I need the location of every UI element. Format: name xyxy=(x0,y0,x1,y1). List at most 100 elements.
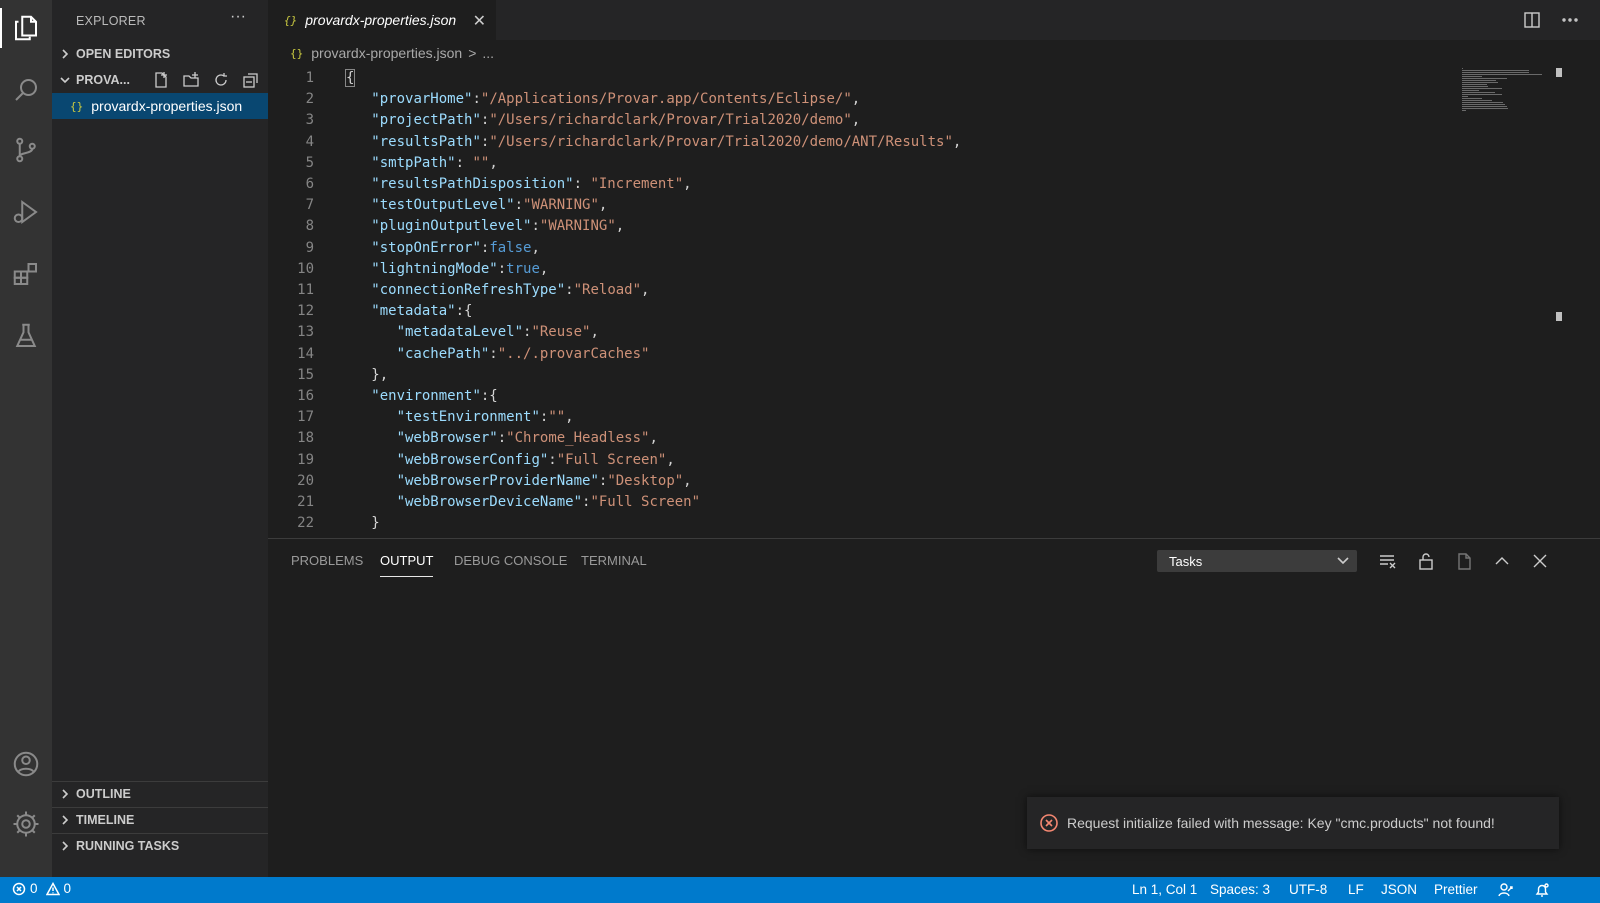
account-icon[interactable] xyxy=(0,738,52,790)
panel-actions xyxy=(1378,551,1550,571)
testing-icon[interactable] xyxy=(0,310,52,362)
error-icon xyxy=(12,882,26,895)
new-file-icon[interactable] xyxy=(152,71,170,89)
split-editor-icon[interactable] xyxy=(1522,10,1542,30)
chevron-right-icon xyxy=(60,789,72,799)
code-text: { xyxy=(344,69,356,87)
code-line[interactable]: 9 "stopOnError":false, xyxy=(268,238,1458,259)
tab-provardx-properties[interactable]: {} provardx-properties.json ✕ xyxy=(268,0,496,40)
minimap-line xyxy=(1462,76,1482,77)
tab-problems[interactable]: PROBLEMS xyxy=(291,553,363,568)
minimap-line xyxy=(1462,104,1505,105)
code-line[interactable]: 21 "webBrowserDeviceName":"Full Screen" xyxy=(268,492,1458,513)
code-line[interactable]: 3 "projectPath":"/Users/richardclark/Pro… xyxy=(268,110,1458,131)
problems-status[interactable]: 0 0 xyxy=(12,881,71,896)
code-line[interactable]: 13 "metadataLevel":"Reuse", xyxy=(268,322,1458,343)
running-tasks-section[interactable]: RUNNING TASKS xyxy=(52,834,268,858)
timeline-section[interactable]: TIMELINE xyxy=(52,808,268,832)
folder-actions xyxy=(152,71,260,89)
explorer-icon[interactable] xyxy=(0,2,52,54)
outline-section[interactable]: OUTLINE xyxy=(52,782,268,806)
code-text: "metadata":{ xyxy=(371,303,473,320)
maximize-panel-icon[interactable] xyxy=(1492,551,1512,571)
folder-section[interactable]: PROVA... xyxy=(52,68,268,92)
file-provardx-properties[interactable]: {} provardx-properties.json xyxy=(52,93,268,119)
line-number: 16 xyxy=(297,388,314,404)
code-line[interactable]: 6 "resultsPathDisposition": "Increment", xyxy=(268,174,1458,195)
end-of-line[interactable]: LF xyxy=(1348,882,1364,897)
code-line[interactable]: 16 "environment":{ xyxy=(268,386,1458,407)
code-line[interactable]: 10 "lightningMode":true, xyxy=(268,259,1458,280)
scrollbar-thumb[interactable] xyxy=(1556,68,1562,77)
code-line[interactable]: 18 "webBrowser":"Chrome_Headless", xyxy=(268,428,1458,449)
code-line[interactable]: 14 "cachePath":"../.provarCaches" xyxy=(268,344,1458,365)
breadcrumb-file[interactable]: provardx-properties.json xyxy=(311,45,462,61)
lock-icon[interactable] xyxy=(1416,551,1436,571)
settings-gear-icon[interactable] xyxy=(0,798,52,850)
open-editors-section[interactable]: OPEN EDITORS xyxy=(52,42,268,66)
error-count: 0 xyxy=(30,881,38,896)
code-editor[interactable]: 1{2 "provarHome":"/Applications/Provar.a… xyxy=(268,66,1458,538)
outline-label: OUTLINE xyxy=(76,787,131,801)
code-line[interactable]: 19 "webBrowserConfig":"Full Screen", xyxy=(268,450,1458,471)
run-debug-icon[interactable] xyxy=(0,186,52,238)
indentation[interactable]: Spaces: 3 xyxy=(1210,882,1270,897)
extensions-icon[interactable] xyxy=(0,248,52,300)
breadcrumb-more[interactable]: ... xyxy=(482,45,494,61)
tab-output[interactable]: OUTPUT xyxy=(380,553,434,577)
output-channel-select[interactable]: Tasks xyxy=(1157,550,1357,572)
code-line[interactable]: 15 }, xyxy=(268,365,1458,386)
minimap-line xyxy=(1462,92,1495,93)
line-number: 22 xyxy=(297,515,314,532)
line-number: 18 xyxy=(297,430,314,447)
source-control-icon[interactable] xyxy=(0,124,52,176)
new-folder-icon[interactable] xyxy=(182,71,200,89)
code-line[interactable]: 11 "connectionRefreshType":"Reload", xyxy=(268,280,1458,301)
minimap[interactable] xyxy=(1460,66,1552,538)
editor-scrollbar[interactable] xyxy=(1556,66,1564,538)
code-line[interactable]: 4 "resultsPath":"/Users/richardclark/Pro… xyxy=(268,132,1458,153)
code-line[interactable]: 2 "provarHome":"/Applications/Provar.app… xyxy=(268,89,1458,110)
code-line[interactable]: 7 "testOutputLevel":"WARNING", xyxy=(268,195,1458,216)
code-line[interactable]: 12 "metadata":{ xyxy=(268,301,1458,322)
minimap-line xyxy=(1462,94,1502,95)
code-line[interactable]: 1{ xyxy=(268,68,1458,89)
line-number: 5 xyxy=(305,154,314,171)
clear-output-icon[interactable] xyxy=(1378,551,1398,571)
error-notification[interactable]: Request initialize failed with message: … xyxy=(1027,797,1559,849)
line-number: 19 xyxy=(297,451,314,468)
search-icon[interactable] xyxy=(0,64,52,116)
minimap-line xyxy=(1462,108,1508,109)
code-line[interactable]: 22 } xyxy=(268,513,1458,534)
code-text: "webBrowserConfig":"Full Screen", xyxy=(396,451,675,468)
encoding[interactable]: UTF-8 xyxy=(1289,882,1327,897)
more-actions-icon[interactable] xyxy=(1560,10,1580,30)
code-text: "testOutputLevel":"WARNING", xyxy=(371,197,608,214)
code-text: "testEnvironment":"", xyxy=(396,409,574,426)
select-value: Tasks xyxy=(1169,553,1203,569)
error-icon xyxy=(1040,814,1058,832)
minimap-line xyxy=(1462,100,1492,101)
editor-tab-bar: {} provardx-properties.json ✕ xyxy=(268,0,1600,40)
refresh-icon[interactable] xyxy=(212,71,230,89)
more-actions-icon[interactable]: ··· xyxy=(230,8,246,26)
activity-bar xyxy=(0,0,52,877)
code-line[interactable]: 8 "pluginOutputlevel":"WARNING", xyxy=(268,216,1458,237)
tab-terminal[interactable]: TERMINAL xyxy=(581,553,647,568)
notifications-bell-icon[interactable] xyxy=(1534,882,1550,901)
collapse-all-icon[interactable] xyxy=(242,71,260,89)
code-line[interactable]: 5 "smtpPath": "", xyxy=(268,153,1458,174)
tab-debug-console[interactable]: DEBUG CONSOLE xyxy=(454,553,567,568)
chevron-down-icon xyxy=(1337,557,1349,565)
code-text: "projectPath":"/Users/richardclark/Prova… xyxy=(371,112,861,129)
code-line[interactable]: 20 "webBrowserProviderName":"Desktop", xyxy=(268,471,1458,492)
code-line[interactable]: 17 "testEnvironment":"", xyxy=(268,407,1458,428)
code-text: "cachePath":"../.provarCaches" xyxy=(396,345,650,362)
cursor-position[interactable]: Ln 1, Col 1 xyxy=(1132,882,1197,897)
feedback-icon[interactable] xyxy=(1498,882,1514,901)
open-log-icon[interactable] xyxy=(1454,551,1474,571)
close-panel-icon[interactable] xyxy=(1530,551,1550,571)
close-icon[interactable]: ✕ xyxy=(473,11,486,31)
prettier-status[interactable]: Prettier xyxy=(1434,882,1478,897)
language-mode[interactable]: JSON xyxy=(1381,882,1417,897)
